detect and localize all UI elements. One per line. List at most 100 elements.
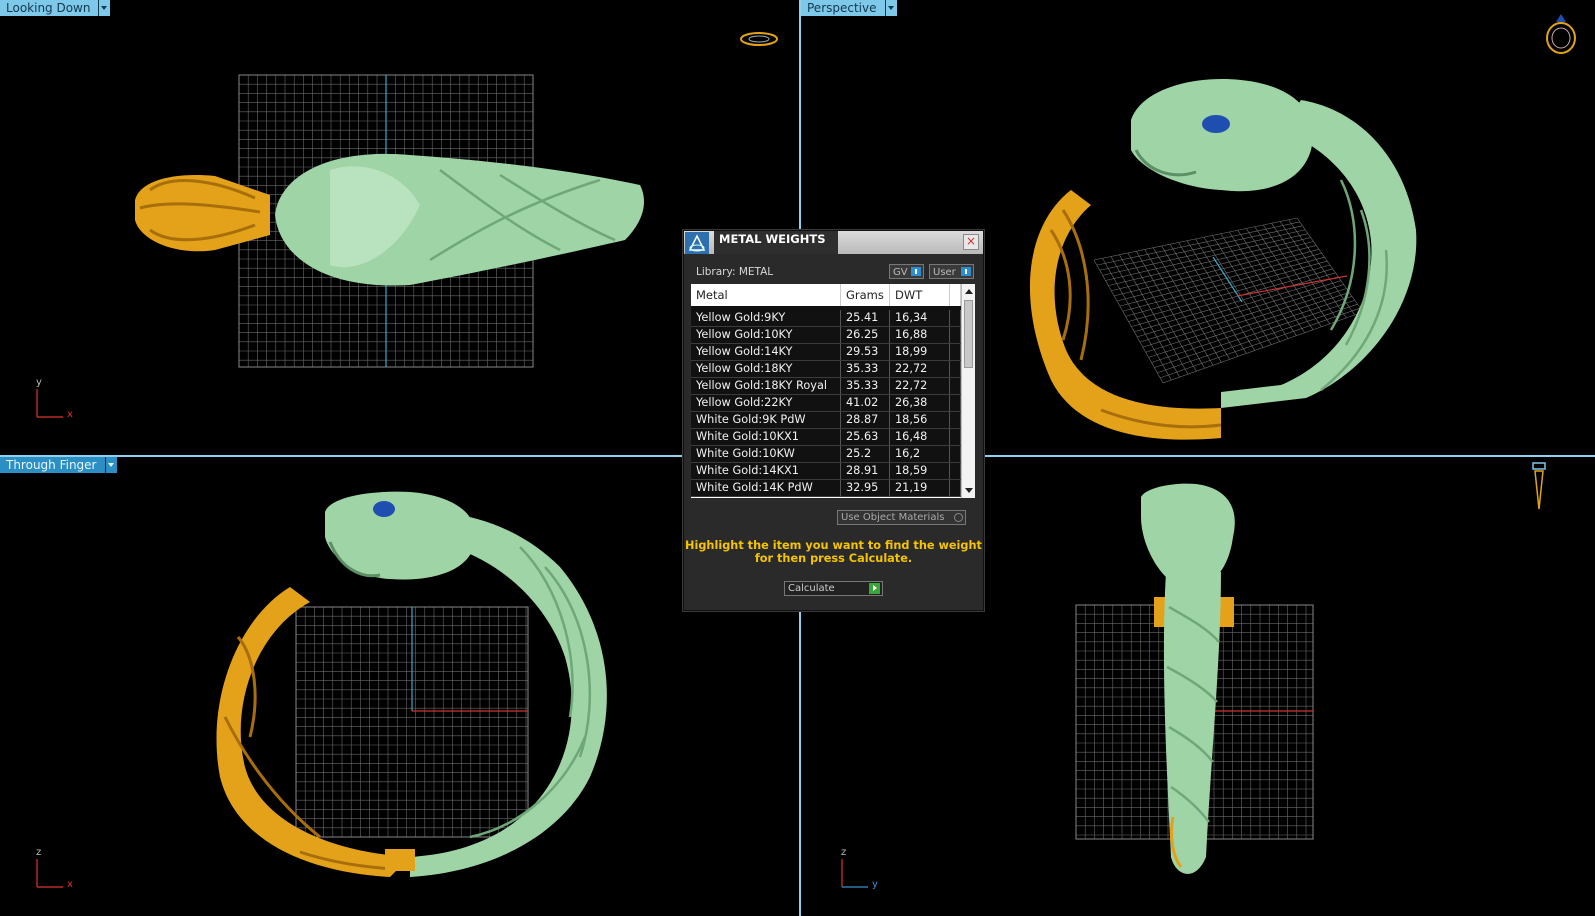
viewport-label-perspective[interactable]: Perspective: [801, 0, 897, 16]
column-header-spacer: [950, 284, 961, 306]
axis-x-label: x: [67, 409, 73, 420]
table-row[interactable]: White Gold:10KW 25.2 16,2: [691, 446, 961, 463]
calculate-label: Calculate: [788, 583, 835, 594]
bracelet-perspective: [1029, 79, 1417, 440]
table-row[interactable]: Yellow Gold:9KY 25.41 16,34: [691, 310, 961, 327]
metal-cell: Yellow Gold:18KY: [691, 361, 841, 377]
gv-toggle[interactable]: GV: [889, 264, 924, 279]
dwt-cell: 18,99: [890, 344, 950, 360]
table-row[interactable]: White Gold:9K PdW 28.87 18,56: [691, 412, 961, 429]
scroll-up-icon[interactable]: [962, 284, 975, 298]
table-row[interactable]: Yellow Gold:10KY 26.25 16,88: [691, 327, 961, 344]
table-header: Metal Grams DWT: [691, 284, 961, 306]
table-row[interactable]: Yellow Gold:18KY 35.33 22,72: [691, 361, 961, 378]
close-icon[interactable]: ×: [963, 234, 979, 250]
viewport-looking-down[interactable]: Looking Down y x: [0, 0, 799, 455]
viewport-label-looking-down[interactable]: Looking Down: [0, 0, 111, 16]
metal-cell: Yellow Gold:10KY: [691, 327, 841, 343]
table-body: Yellow Gold:9KY 25.41 16,34 Yellow Gold:10K…: [691, 310, 961, 497]
metal-cell: Yellow Gold:9KY: [691, 310, 841, 326]
column-header-dwt[interactable]: DWT: [890, 284, 950, 306]
chevron-down-icon[interactable]: [104, 457, 117, 473]
scroll-down-icon[interactable]: [962, 484, 975, 498]
axis-x-label: x: [67, 879, 73, 890]
row-spacer: [950, 463, 961, 479]
viewport-through-finger[interactable]: Through Finger z x: [0, 457, 799, 916]
row-spacer: [950, 412, 961, 428]
metal-cell: Yellow Gold:22KY: [691, 395, 841, 411]
dwt-cell: 21,19: [890, 480, 950, 496]
table-scrollbar[interactable]: [961, 284, 975, 498]
row-spacer: [950, 310, 961, 326]
axis-indicator: y x: [33, 377, 78, 421]
axis-y-label: y: [36, 377, 42, 388]
row-spacer: [950, 429, 961, 445]
top-view-scene: [135, 74, 645, 368]
ring-perspective-icon[interactable]: [1541, 8, 1581, 56]
use-object-materials-label: Use Object Materials: [841, 512, 945, 523]
metal-cell: White Gold:10KW: [691, 446, 841, 462]
table-row[interactable]: White Gold:14KX1 28.91 18,59: [691, 463, 961, 480]
chevron-down-icon[interactable]: [98, 0, 111, 16]
metal-cell: White Gold:9K PdW: [691, 412, 841, 428]
dwt-cell: 16,88: [890, 327, 950, 343]
metal-table[interactable]: Metal Grams DWT Yellow Gold:9KY 25.41 16,3…: [691, 284, 961, 498]
axis-z-label: z: [841, 847, 847, 858]
grams-cell: 28.87: [841, 412, 890, 428]
row-spacer: [950, 361, 961, 377]
grams-cell: 25.2: [841, 446, 890, 462]
grams-cell: 25.63: [841, 429, 890, 445]
metal-cell: Yellow Gold:14KY: [691, 344, 841, 360]
user-label: User: [933, 267, 956, 278]
viewport-label-through-finger[interactable]: Through Finger: [0, 457, 117, 473]
row-spacer: [950, 446, 961, 462]
axis-y-label: y: [872, 879, 878, 890]
table-row[interactable]: White Gold:14K PdW 32.95 21,19: [691, 480, 961, 497]
bracelet-top-view: [135, 153, 645, 286]
use-object-materials-toggle[interactable]: Use Object Materials: [837, 510, 966, 525]
dialog-logo-icon: [685, 232, 709, 254]
row-spacer: [950, 395, 961, 411]
grams-cell: 35.33: [841, 361, 890, 377]
calculate-button[interactable]: Calculate: [784, 581, 883, 596]
dwt-cell: 18,59: [890, 463, 950, 479]
dwt-cell: 16,2: [890, 446, 950, 462]
table-row[interactable]: Yellow Gold:22KY 41.02 26,38: [691, 395, 961, 412]
dwt-cell: 16,48: [890, 429, 950, 445]
library-label: Library: METAL: [696, 266, 774, 278]
metal-weights-dialog[interactable]: METAL WEIGHTS × Library: METAL GV User M…: [683, 230, 984, 611]
grams-cell: 26.25: [841, 327, 890, 343]
axis-indicator: z y: [838, 847, 883, 891]
toggle-indicator-icon: [954, 513, 963, 522]
column-header-metal[interactable]: Metal: [691, 284, 841, 306]
viewport-title: Through Finger: [0, 457, 105, 473]
dialog-title-bar[interactable]: METAL WEIGHTS ×: [684, 231, 983, 254]
table-row[interactable]: Yellow Gold:14KY 29.53 18,99: [691, 344, 961, 361]
perspective-grid: [1093, 217, 1364, 384]
metal-cell: White Gold:14KX1: [691, 463, 841, 479]
table-row[interactable]: Yellow Gold:18KY Royal 35.33 22,72: [691, 378, 961, 395]
dwt-cell: 26,38: [890, 395, 950, 411]
ring-top-icon[interactable]: [738, 28, 780, 50]
metal-cell: Yellow Gold:18KY Royal: [691, 378, 841, 394]
table-row[interactable]: White Gold:10KX1 25.63 16,48: [691, 429, 961, 446]
instruction-text: Highlight the item you want to find the …: [685, 539, 982, 565]
grams-cell: 28.91: [841, 463, 890, 479]
ring-side-icon[interactable]: [1529, 461, 1549, 513]
row-spacer: [950, 344, 961, 360]
scroll-thumb[interactable]: [964, 300, 973, 368]
gv-label: GV: [893, 267, 908, 278]
viewport-title: Looking Down: [0, 0, 99, 16]
row-spacer: [950, 327, 961, 343]
dwt-cell: 22,72: [890, 378, 950, 394]
column-header-grams[interactable]: Grams: [841, 284, 890, 306]
dwt-cell: 18,56: [890, 412, 950, 428]
viewport-title: Perspective: [801, 0, 885, 16]
axis-indicator: z x: [33, 847, 78, 891]
toggle-indicator-icon: [961, 267, 971, 276]
row-spacer: [950, 378, 961, 394]
grams-cell: 25.41: [841, 310, 890, 326]
chevron-down-icon[interactable]: [884, 0, 897, 16]
user-toggle[interactable]: User: [929, 264, 974, 279]
grams-cell: 32.95: [841, 480, 890, 496]
